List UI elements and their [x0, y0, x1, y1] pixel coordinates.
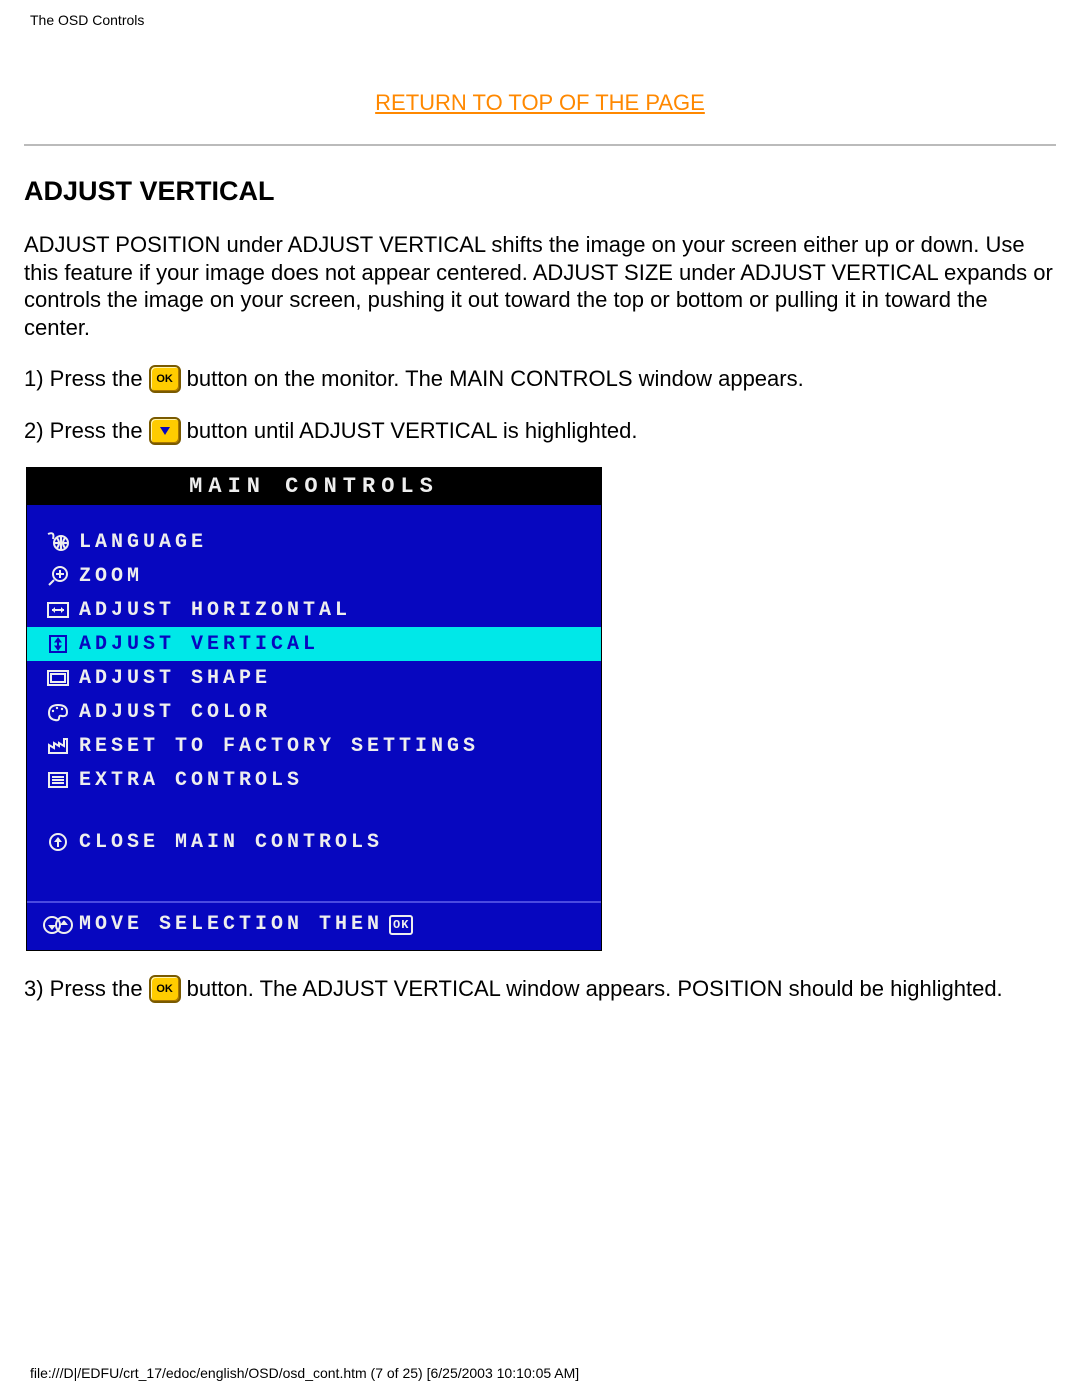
close-icon: [37, 831, 79, 853]
osd-item-extra-controls: EXTRA CONTROLS: [27, 763, 601, 797]
page-header-label: The OSD Controls: [0, 0, 1080, 28]
osd-item-label: ADJUST VERTICAL: [79, 633, 601, 656]
ok-button-icon: OK: [149, 365, 181, 393]
osd-item-label: ADJUST HORIZONTAL: [79, 599, 601, 622]
ok-button-icon: OK: [149, 975, 181, 1003]
osd-item-label: LANGUAGE: [79, 531, 601, 554]
language-icon: [37, 531, 79, 553]
step-2-text-a: 2) Press the: [24, 418, 143, 444]
page-footer-path: file:///D|/EDFU/crt_17/edoc/english/OSD/…: [30, 1365, 579, 1381]
adjust-horizontal-icon: [37, 599, 79, 621]
section-paragraph: ADJUST POSITION under ADJUST VERTICAL sh…: [24, 231, 1054, 341]
osd-hint-bar: MOVE SELECTION THEN OK: [27, 901, 601, 944]
osd-item-language: LANGUAGE: [27, 525, 601, 559]
osd-item-label: RESET TO FACTORY SETTINGS: [79, 735, 601, 758]
step-3: 3) Press the OK button. The ADJUST VERTI…: [24, 975, 1080, 1003]
down-arrow-button-icon: [149, 417, 181, 445]
osd-item-label: ADJUST SHAPE: [79, 667, 601, 690]
step-3-text-b: button. The ADJUST VERTICAL window appea…: [187, 976, 1003, 1002]
return-to-top-container: RETURN TO TOP OF THE PAGE: [0, 90, 1080, 116]
step-2: 2) Press the button until ADJUST VERTICA…: [24, 417, 1080, 445]
osd-item-zoom: ZOOM: [27, 559, 601, 593]
step-2-text-b: button until ADJUST VERTICAL is highligh…: [187, 418, 638, 444]
up-down-icon: [37, 914, 79, 936]
osd-close-main-controls: CLOSE MAIN CONTROLS: [27, 825, 601, 859]
divider: [24, 144, 1056, 146]
osd-item-label: EXTRA CONTROLS: [79, 769, 601, 792]
osd-title: MAIN CONTROLS: [27, 468, 601, 505]
extra-controls-icon: [37, 769, 79, 791]
osd-item-label: ZOOM: [79, 565, 601, 588]
return-to-top-link[interactable]: RETURN TO TOP OF THE PAGE: [375, 90, 705, 115]
factory-icon: [37, 735, 79, 757]
osd-main-controls-window: MAIN CONTROLS LANGUAGE ZOOM: [26, 467, 602, 951]
osd-item-label: ADJUST COLOR: [79, 701, 601, 724]
adjust-shape-icon: [37, 667, 79, 689]
osd-close-label: CLOSE MAIN CONTROLS: [79, 831, 601, 854]
osd-hint-text: MOVE SELECTION THEN: [79, 913, 383, 936]
zoom-icon: [37, 565, 79, 587]
adjust-color-icon: [37, 701, 79, 723]
osd-item-adjust-vertical: ADJUST VERTICAL: [27, 627, 601, 661]
osd-item-reset-factory: RESET TO FACTORY SETTINGS: [27, 729, 601, 763]
osd-hint-label: MOVE SELECTION THEN OK: [79, 913, 601, 936]
section-title: ADJUST VERTICAL: [24, 176, 1080, 207]
step-3-text-a: 3) Press the: [24, 976, 143, 1002]
ok-badge-icon: OK: [389, 915, 413, 935]
step-1: 1) Press the OK button on the monitor. T…: [24, 365, 1080, 393]
osd-item-adjust-horizontal: ADJUST HORIZONTAL: [27, 593, 601, 627]
osd-item-adjust-shape: ADJUST SHAPE: [27, 661, 601, 695]
osd-body: LANGUAGE ZOOM: [27, 505, 601, 950]
osd-item-adjust-color: ADJUST COLOR: [27, 695, 601, 729]
adjust-vertical-icon: [37, 633, 79, 655]
step-1-text-a: 1) Press the: [24, 366, 143, 392]
step-1-text-b: button on the monitor. The MAIN CONTROLS…: [187, 366, 804, 392]
